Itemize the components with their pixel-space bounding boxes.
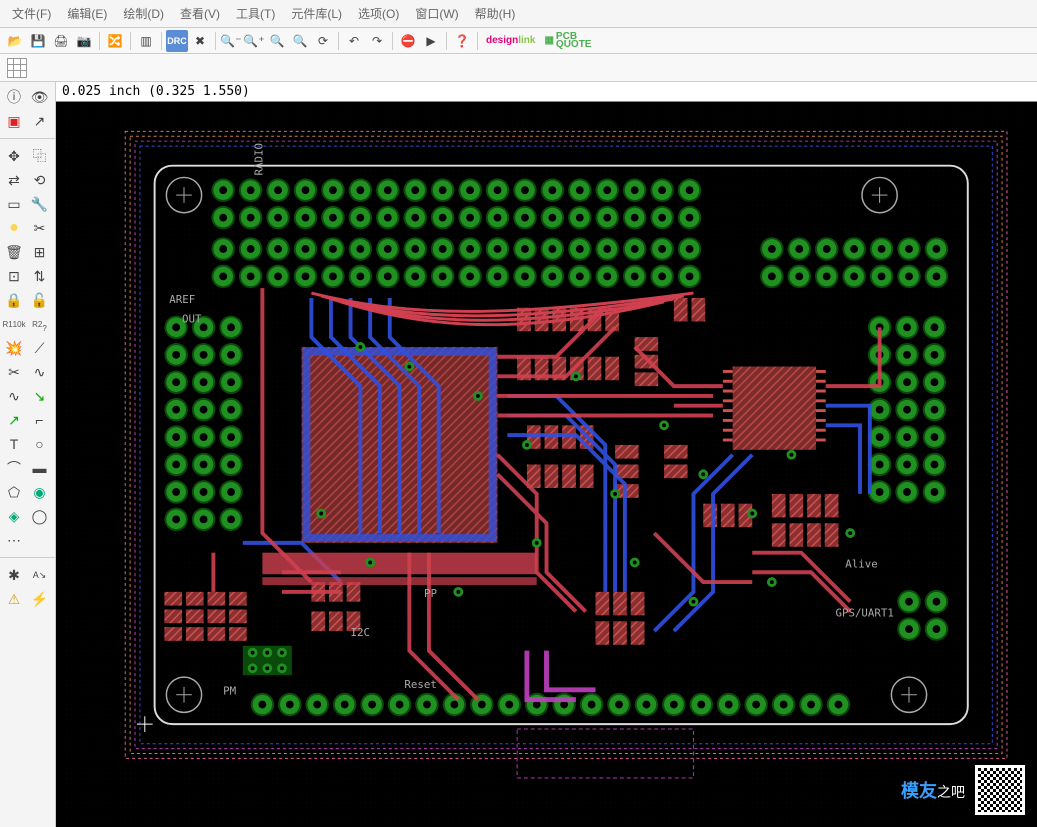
undo-button[interactable]: ↶	[343, 30, 365, 52]
separator	[477, 32, 478, 50]
name-tool[interactable]: R110k	[3, 313, 25, 335]
change-tool[interactable]: 🔧	[29, 193, 51, 215]
watermark: 模友之吧	[901, 765, 1025, 815]
watermark-logo: 模友之吧	[901, 777, 965, 803]
menu-view[interactable]: 查看(V)	[172, 2, 228, 25]
svg-text:RADIO: RADIO	[252, 143, 265, 175]
swap-tool[interactable]: ⇅	[29, 265, 51, 287]
svg-text:Reset: Reset	[404, 678, 436, 691]
left-tool-panel: ⓘ 👁 ▣ ↗ ✥ ⿻ ⇄ ⟲ ▭ 🔧 ● ✂ 🗑 ⊞ ⊡ ⇅ 🔒 🔓 R110…	[0, 82, 56, 827]
toolbar-main: 📂 💾 🖨 📷 🔀 ▥ DRC ✖ 🔍⁻ 🔍⁺ 🔍 🔍 ⟳ ↶ ↷ ⛔ ▶ ❓ …	[0, 28, 1037, 54]
pcb-canvas[interactable]: RADIO AREF OUT Reset I2C Alive GPS/UART1…	[56, 102, 1037, 827]
menu-options[interactable]: 选项(O)	[350, 2, 407, 25]
miter-tool[interactable]: ⟋	[29, 337, 51, 359]
split-tool[interactable]: ✂	[3, 361, 25, 383]
zoom-redraw-button[interactable]: ⟳	[312, 30, 334, 52]
optimize-tool[interactable]: ∿	[29, 361, 51, 383]
arc-tool[interactable]: ⌒	[3, 457, 25, 479]
separator	[392, 32, 393, 50]
menubar: 文件(F) 编辑(E) 绘制(D) 查看(V) 工具(T) 元件库(L) 选项(…	[0, 0, 1037, 28]
stop-button[interactable]: ⛔	[397, 30, 419, 52]
info-tool[interactable]: ⓘ	[3, 86, 25, 108]
drc-button[interactable]: DRC	[166, 30, 188, 52]
svg-text:PM: PM	[223, 685, 236, 698]
menu-tools[interactable]: 工具(T)	[228, 2, 283, 25]
meander-tool[interactable]: ∿	[3, 385, 25, 407]
svg-text:AREF: AREF	[169, 293, 195, 306]
svg-text:GPS/UART1: GPS/UART1	[836, 606, 894, 619]
redo-button[interactable]: ↷	[366, 30, 388, 52]
via-tool[interactable]: ◉	[29, 481, 51, 503]
zoom-fit-button[interactable]: 🔍	[266, 30, 288, 52]
designlink-logo[interactable]: designlink	[482, 32, 539, 50]
hole-tool[interactable]: ◯	[29, 505, 51, 527]
separator	[338, 32, 339, 50]
clear-drc-button[interactable]: ✖	[189, 30, 211, 52]
cut-tool[interactable]: ✂	[29, 217, 51, 239]
group-select-tool[interactable]: ▭	[3, 193, 25, 215]
menu-file[interactable]: 文件(F)	[4, 2, 59, 25]
zoom-out-button[interactable]: 🔍⁻	[220, 30, 242, 52]
menu-help[interactable]: 帮助(H)	[467, 2, 524, 25]
svg-text:Alive: Alive	[845, 557, 877, 570]
watermark-qrcode	[975, 765, 1025, 815]
paste-tool[interactable]: ●	[3, 217, 25, 239]
pcb-layout-svg: RADIO AREF OUT Reset I2C Alive GPS/UART1…	[56, 102, 1037, 827]
move-tool[interactable]: ✥	[3, 145, 25, 167]
zoom-select-button[interactable]: 🔍	[289, 30, 311, 52]
save-button[interactable]: 💾	[27, 30, 49, 52]
menu-library[interactable]: 元件库(L)	[283, 2, 350, 25]
canvas-area: 0.025 inch (0.325 1.550)	[56, 82, 1037, 827]
coordinate-display: 0.025 inch (0.325 1.550)	[56, 82, 1037, 102]
separator	[215, 32, 216, 50]
go-button[interactable]: ▶	[420, 30, 442, 52]
polygon-tool[interactable]: ⬠	[3, 481, 25, 503]
smash-tool[interactable]: 💥	[3, 337, 25, 359]
ripup-tool[interactable]: ↗	[3, 409, 25, 431]
svg-text:PP: PP	[424, 587, 437, 600]
lock-tool[interactable]: 🔒	[3, 289, 25, 311]
open-button[interactable]: 📂	[4, 30, 26, 52]
replace-tool[interactable]: ⊡	[3, 265, 25, 287]
route-tool[interactable]: ↘	[29, 385, 51, 407]
circle-tool[interactable]: ○	[29, 433, 51, 455]
unlock-tool[interactable]: 🔓	[29, 289, 51, 311]
print-button[interactable]: 🖨	[50, 30, 72, 52]
auto-tool[interactable]: A↘	[29, 564, 51, 586]
signal-tool[interactable]: ◈	[3, 505, 25, 527]
schematic-button[interactable]: 🔀	[104, 30, 126, 52]
attribute-tool[interactable]: ⋯	[3, 529, 25, 551]
toolbar-secondary	[0, 54, 1037, 82]
pcbquote-logo[interactable]: ▦ PCBQUOTE	[540, 32, 595, 50]
errors-tool[interactable]: ⚡	[29, 588, 51, 610]
menu-edit[interactable]: 编辑(E)	[59, 2, 115, 25]
menu-window[interactable]: 窗口(W)	[407, 2, 466, 25]
rotate-tool[interactable]: ⟲	[29, 169, 51, 191]
svg-text:OUT: OUT	[182, 312, 202, 325]
svg-text:I2C: I2C	[351, 626, 370, 639]
move-layer-tool[interactable]: ↗	[29, 110, 51, 132]
copy-tool[interactable]: ⿻	[29, 145, 51, 167]
zoom-in-button[interactable]: 🔍⁺	[243, 30, 265, 52]
help-button[interactable]: ❓	[451, 30, 473, 52]
mirror-tool[interactable]: ⇄	[3, 169, 25, 191]
rect-tool[interactable]: ▬	[29, 457, 51, 479]
layers-tool[interactable]: ▣	[3, 110, 25, 132]
separator	[446, 32, 447, 50]
separator	[130, 32, 131, 50]
separator	[161, 32, 162, 50]
eye-tool[interactable]: 👁	[29, 86, 51, 108]
wire-tool[interactable]: ⌐	[29, 409, 51, 431]
value-tool[interactable]: R2?	[29, 313, 51, 335]
bars-button[interactable]: ▥	[135, 30, 157, 52]
grid-button[interactable]	[6, 57, 28, 79]
text-tool[interactable]: T	[3, 433, 25, 455]
add-tool[interactable]: ⊞	[29, 241, 51, 263]
separator	[99, 32, 100, 50]
camera-button[interactable]: 📷	[73, 30, 95, 52]
ratsnest-tool[interactable]: ✱	[3, 564, 25, 586]
erc-tool[interactable]: ⚠	[3, 588, 25, 610]
menu-draw[interactable]: 绘制(D)	[115, 2, 172, 25]
delete-tool[interactable]: 🗑	[3, 241, 25, 263]
